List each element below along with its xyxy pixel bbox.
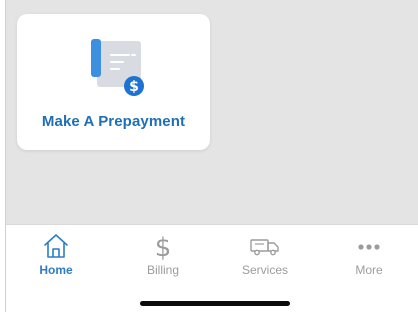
svg-text:$: $	[155, 233, 172, 261]
home-indicator	[140, 301, 290, 306]
home-icon	[44, 234, 68, 258]
document-dollar-icon: $	[91, 39, 144, 96]
more-dots-icon	[358, 244, 380, 250]
tab-home[interactable]: Home	[6, 231, 106, 283]
tab-billing[interactable]: $ Billing	[113, 231, 213, 283]
tab-more[interactable]: More	[319, 231, 418, 283]
tab-services-label: Services	[241, 263, 288, 277]
make-prepayment-label: Make A Prepayment	[41, 113, 186, 130]
tab-home-label: Home	[39, 263, 73, 277]
truck-icon	[250, 239, 279, 256]
dollar-icon: $	[155, 233, 172, 261]
bottom-tab-bar: Home $ Billing Services More	[6, 224, 418, 312]
tab-more-label: More	[355, 263, 383, 277]
make-prepayment-card[interactable]: $ Make A Prepayment	[17, 14, 210, 150]
main-content: $ Make A Prepayment	[6, 0, 418, 224]
tab-billing-label: Billing	[146, 263, 179, 277]
svg-text:$: $	[129, 79, 139, 95]
tab-services[interactable]: Services	[215, 231, 315, 283]
